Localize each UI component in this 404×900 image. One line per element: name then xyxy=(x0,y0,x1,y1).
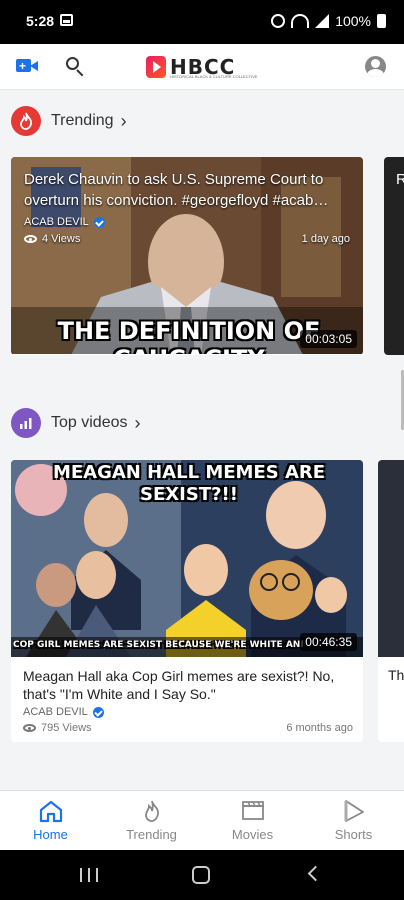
views-row: 4 Views xyxy=(24,233,80,245)
nav-movies[interactable]: Movies xyxy=(202,791,303,850)
view-count: 795 Views xyxy=(41,722,92,734)
account-icon xyxy=(371,59,380,68)
back-button[interactable] xyxy=(307,865,324,882)
verified-icon xyxy=(92,706,104,718)
eye-icon xyxy=(23,724,36,732)
alarm-icon xyxy=(271,14,286,28)
video-duration: 00:03:05 xyxy=(300,330,357,348)
home-button[interactable] xyxy=(192,866,210,884)
nav-home[interactable]: Home xyxy=(0,791,101,850)
wifi-icon xyxy=(291,14,310,28)
logo-tagline: HISTORICAL BLACK & CULTURE COLLECTIVE xyxy=(170,74,258,79)
battery-percent: 100% xyxy=(335,13,371,29)
views-row: 795 Views xyxy=(23,722,92,734)
nav-label: Trending xyxy=(126,827,177,842)
channel-name: ACAB DEVIL xyxy=(23,706,88,718)
status-icons: 100% xyxy=(271,13,386,29)
flame-icon xyxy=(11,106,41,136)
eye-icon xyxy=(24,235,37,243)
bottom-navigation: Home Trending Movies Shorts xyxy=(0,790,404,850)
home-icon xyxy=(38,799,64,828)
clapperboard-icon xyxy=(241,799,265,826)
section-header-trending[interactable]: Trending › xyxy=(11,106,127,136)
video-camera-icon: + xyxy=(16,59,31,73)
video-thumbnail: MEAGAN HALL MEMES ARE SEXIST?!! COP GIRL… xyxy=(11,460,363,657)
peek-title: Th xyxy=(388,667,404,683)
video-card-peek[interactable]: Th xyxy=(378,460,404,742)
app-bar: + HBCC HISTORICAL BLACK & CULTURE COLLEC… xyxy=(0,44,404,90)
battery-icon xyxy=(377,14,386,28)
verified-icon xyxy=(93,216,105,228)
video-card-peek[interactable]: R xyxy=(384,157,404,355)
video-title[interactable]: Meagan Hall aka Cop Girl memes are sexis… xyxy=(23,667,355,703)
view-count: 4 Views xyxy=(42,233,81,245)
search-button[interactable] xyxy=(66,57,86,77)
nav-shorts[interactable]: Shorts xyxy=(303,791,404,850)
video-title-overlay: Derek Chauvin to ask U.S. Supreme Court … xyxy=(24,171,329,209)
video-age: 1 day ago xyxy=(301,233,350,245)
recents-button[interactable] xyxy=(80,868,98,882)
system-navigation-bar xyxy=(0,850,404,900)
video-card-top[interactable]: MEAGAN HALL MEMES ARE SEXIST?!! COP GIRL… xyxy=(11,460,363,742)
video-duration: 00:46:35 xyxy=(300,633,357,651)
bar-chart-icon xyxy=(11,408,41,438)
channel-row[interactable]: ACAB DEVIL xyxy=(23,706,104,718)
nav-label: Movies xyxy=(231,827,274,842)
nav-trending[interactable]: Trending xyxy=(101,791,202,850)
logo-play-mark-icon xyxy=(146,56,166,78)
chevron-right-icon: › xyxy=(120,110,127,131)
peek-title: R xyxy=(396,171,404,188)
thumbnail-caption-bottom: COP GIRL MEMES ARE SEXIST BECAUSE WE'RE … xyxy=(13,640,303,650)
section-header-top-videos[interactable]: Top videos › xyxy=(11,408,141,438)
channel-row[interactable]: ACAB DEVIL xyxy=(24,216,105,228)
channel-name: ACAB DEVIL xyxy=(24,216,89,228)
flame-icon xyxy=(142,799,162,828)
play-icon xyxy=(342,799,366,828)
thumbnail-caption-top: MEAGAN HALL MEMES ARE SEXIST?!! xyxy=(52,462,326,505)
chevron-right-icon: › xyxy=(134,412,141,433)
app-logo[interactable]: HBCC HISTORICAL BLACK & CULTURE COLLECTI… xyxy=(146,49,258,85)
section-title: Trending xyxy=(51,112,114,129)
account-button[interactable] xyxy=(365,56,386,77)
signal-icon xyxy=(315,14,330,28)
upload-video-button[interactable]: + xyxy=(16,58,38,74)
status-bar: 5:28 100% xyxy=(0,0,404,44)
nav-label: Shorts xyxy=(334,827,373,842)
gallery-notification-icon xyxy=(60,14,73,26)
section-title: Top videos xyxy=(51,414,128,431)
nav-label: Home xyxy=(33,827,68,842)
status-time: 5:28 xyxy=(26,13,55,29)
video-age: 6 months ago xyxy=(286,722,353,734)
video-thumbnail: Derek Chauvin to ask U.S. Supreme Court … xyxy=(11,157,363,354)
video-card-trending[interactable]: Derek Chauvin to ask U.S. Supreme Court … xyxy=(11,157,363,355)
